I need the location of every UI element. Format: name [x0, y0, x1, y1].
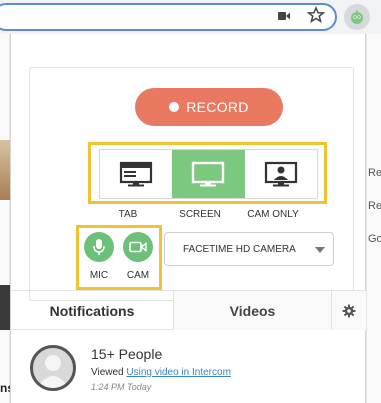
- notification-title: 15+ People: [91, 346, 163, 362]
- recording-panel: RECORD TAB SCREEN CAM ONLY MIC CAM FACET…: [29, 67, 354, 301]
- capture-mode-selector: [88, 142, 327, 204]
- camera-only-icon: [264, 161, 297, 187]
- camera-select-value: FACETIME HD CAMERA: [183, 243, 296, 255]
- cam-toggle[interactable]: [123, 232, 153, 262]
- video-camera-icon[interactable]: [278, 11, 290, 21]
- notification-time: 1:24 PM Today: [91, 382, 152, 392]
- cam-label: CAM: [126, 270, 150, 281]
- notification-video-link[interactable]: Using video in Intercom: [126, 367, 231, 378]
- extension-logo-icon: [351, 10, 363, 24]
- notification-description: Viewed Using video in Intercom: [91, 367, 231, 378]
- extension-icon[interactable]: [344, 4, 370, 30]
- notification-action: Viewed: [91, 367, 124, 378]
- chevron-down-icon: [315, 247, 325, 253]
- notification-item[interactable]: 15+ People Viewed Using video in Interco…: [11, 330, 367, 403]
- background-text: Re: [368, 167, 381, 179]
- mode-tab-option[interactable]: [100, 150, 172, 198]
- settings-button[interactable]: [332, 291, 366, 330]
- tab-notifications[interactable]: Notifications: [11, 291, 174, 330]
- background-text: Go: [368, 233, 381, 245]
- camera-select[interactable]: FACETIME HD CAMERA: [164, 232, 334, 266]
- tab-videos[interactable]: Videos: [174, 291, 332, 330]
- background-photo: [0, 140, 10, 200]
- mode-tab-label: TAB: [118, 209, 138, 220]
- star-icon[interactable]: [307, 6, 325, 24]
- record-dot-icon: [169, 102, 180, 112]
- mode-cam-only-option[interactable]: [245, 150, 317, 198]
- mic-toggle[interactable]: [84, 232, 114, 262]
- browser-toolbar: [0, 0, 381, 34]
- popup-tabs: Notifications Videos: [11, 290, 367, 330]
- background-text: Re: [368, 200, 381, 212]
- recorder-popup: RECORD TAB SCREEN CAM ONLY MIC CAM FACET…: [10, 34, 367, 403]
- user-avatar-icon: [37, 355, 69, 388]
- avatar: [30, 345, 76, 391]
- tab-window-icon: [120, 161, 153, 187]
- background-page-right: [366, 34, 381, 403]
- monitor-icon: [192, 161, 225, 187]
- gear-icon: [342, 304, 356, 317]
- audio-video-toggles: MIC CAM: [76, 225, 162, 290]
- background-photo: [0, 285, 10, 330]
- capture-mode-group: [99, 149, 318, 199]
- mic-label: MIC: [89, 270, 109, 281]
- background-page-left: [0, 34, 10, 403]
- record-button[interactable]: RECORD: [135, 88, 283, 126]
- record-label: RECORD: [186, 99, 249, 115]
- mode-screen-option[interactable]: [172, 150, 245, 198]
- mode-screen-label: SCREEN: [179, 209, 221, 220]
- webcam-icon: [129, 241, 147, 253]
- mode-cam-only-label: CAM ONLY: [247, 209, 299, 220]
- microphone-icon: [93, 239, 105, 255]
